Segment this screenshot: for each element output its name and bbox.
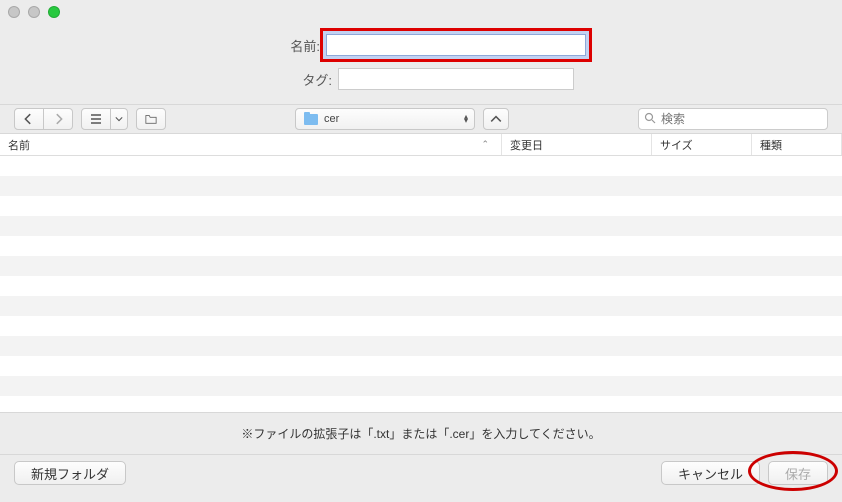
window-close-button[interactable] xyxy=(8,6,20,18)
back-button[interactable] xyxy=(14,108,44,130)
tag-row: タグ: xyxy=(0,68,842,90)
search-icon xyxy=(644,112,656,127)
folder-icon xyxy=(304,114,318,125)
new-folder-button[interactable]: 新規フォルダ xyxy=(14,461,126,485)
column-header-kind[interactable]: 種類 xyxy=(752,134,842,155)
titlebar xyxy=(0,0,842,24)
column-header-kind-label: 種類 xyxy=(760,137,782,153)
new-folder-label: 新規フォルダ xyxy=(31,464,109,483)
list-row xyxy=(0,336,842,356)
list-row xyxy=(0,236,842,256)
save-label: 保存 xyxy=(785,464,811,483)
view-mode-button-group xyxy=(81,108,128,130)
chevron-left-icon xyxy=(23,113,35,125)
extension-hint: ※ファイルの拡張子は「.txt」または「.cer」を入力してください。 xyxy=(0,412,842,454)
name-row: 名前: xyxy=(0,34,842,56)
list-row xyxy=(0,396,842,412)
name-label: 名前: xyxy=(256,36,326,55)
save-button[interactable]: 保存 xyxy=(768,461,828,485)
list-row xyxy=(0,176,842,196)
view-mode-button[interactable] xyxy=(81,108,111,130)
nav-buttons xyxy=(14,108,73,130)
location-popup-button[interactable]: cer ▴▾ xyxy=(295,108,475,130)
column-header-size[interactable]: サイズ xyxy=(652,134,752,155)
filename-input[interactable] xyxy=(326,34,586,56)
window-zoom-button[interactable] xyxy=(48,6,60,18)
toolbar: cer ▴▾ xyxy=(0,104,842,134)
location-label: cer xyxy=(324,113,339,125)
popup-arrows-icon: ▴▾ xyxy=(464,115,466,123)
list-row xyxy=(0,276,842,296)
list-row xyxy=(0,196,842,216)
search-field-wrap xyxy=(638,108,828,130)
column-header-row: 名前 ⌃ 変更日 サイズ 種類 xyxy=(0,134,842,156)
view-mode-menu-button[interactable] xyxy=(111,108,128,130)
sort-indicator-icon: ⌃ xyxy=(481,139,493,150)
cancel-button[interactable]: キャンセル xyxy=(661,461,760,485)
list-row xyxy=(0,376,842,396)
column-header-name[interactable]: 名前 ⌃ xyxy=(0,134,502,155)
search-input[interactable] xyxy=(638,108,828,130)
list-view-icon xyxy=(90,113,102,125)
forward-button[interactable] xyxy=(44,108,73,130)
column-header-size-label: サイズ xyxy=(660,137,693,153)
list-row xyxy=(0,156,842,176)
column-header-date[interactable]: 変更日 xyxy=(502,134,652,155)
cancel-label: キャンセル xyxy=(678,464,743,483)
list-row xyxy=(0,216,842,236)
list-row xyxy=(0,316,842,336)
list-row xyxy=(0,356,842,376)
collapse-button[interactable] xyxy=(483,108,509,130)
column-header-name-label: 名前 xyxy=(8,137,30,153)
tags-input[interactable] xyxy=(338,68,574,90)
chevron-right-icon xyxy=(52,113,64,125)
window-minimize-button[interactable] xyxy=(28,6,40,18)
list-row xyxy=(0,256,842,276)
show-items-button[interactable] xyxy=(136,108,166,130)
file-list[interactable] xyxy=(0,156,842,412)
tag-label: タグ: xyxy=(268,70,338,89)
footer: 新規フォルダ キャンセル 保存 xyxy=(0,454,842,495)
chevron-down-icon xyxy=(115,115,123,123)
list-row xyxy=(0,296,842,316)
column-header-date-label: 変更日 xyxy=(510,137,543,153)
chevron-up-icon xyxy=(490,113,502,125)
folder-outline-icon xyxy=(145,113,157,125)
